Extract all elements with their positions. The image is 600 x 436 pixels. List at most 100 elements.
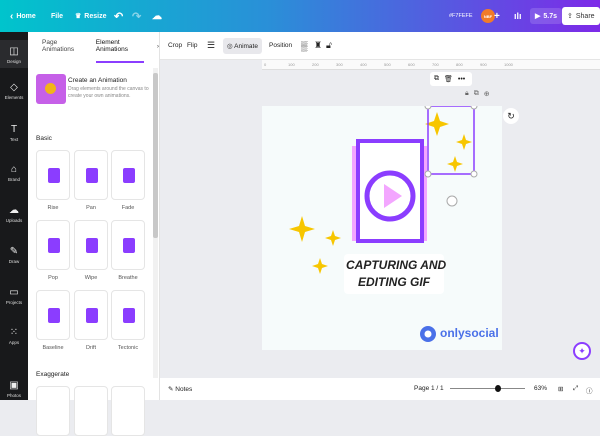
avatar[interactable]: NBF <box>481 9 495 23</box>
element-context-toolbar: ⧉ 🗑︎ ••• <box>430 72 472 86</box>
create-animation-title: Create an Animation <box>68 77 127 84</box>
exaggerate-heading: Exaggerate <box>36 371 70 378</box>
nav-projects[interactable]: ▭ Projects <box>0 287 28 305</box>
nav-brand[interactable]: ⌂ Brand <box>0 164 28 182</box>
panel-scrollbar[interactable] <box>153 68 158 378</box>
duration-label: 5.7s <box>543 12 558 20</box>
zoom-slider[interactable] <box>450 385 525 392</box>
nav-photos[interactable]: ▣ Photos <box>0 380 28 398</box>
undo-icon[interactable]: ↶ <box>114 10 123 23</box>
design-page[interactable]: CAPTURING AND EDITING GIF onlysocial <box>262 106 502 350</box>
animation-preview-icon <box>48 168 60 183</box>
animation-card-pop[interactable] <box>36 220 70 270</box>
file-menu[interactable]: File <box>51 13 63 20</box>
animation-preview-icon <box>86 238 98 253</box>
animation-card-baseline[interactable] <box>36 290 70 340</box>
nav-draw[interactable]: ✎ Draw <box>0 246 28 264</box>
create-animation-thumbnail[interactable] <box>36 74 66 104</box>
page-indicator[interactable]: Page 1 / 1 <box>414 385 444 392</box>
animation-label: Fade <box>121 205 135 211</box>
redo-icon[interactable]: ↷ <box>132 10 141 23</box>
animation-card-wipe[interactable] <box>74 220 108 270</box>
animation-preview-icon <box>123 168 135 183</box>
animation-label: Baseline <box>42 345 64 351</box>
bee-icon <box>45 83 56 94</box>
paint-roller-icon[interactable]: ♜ <box>314 40 322 51</box>
home-button[interactable]: ‹ Home <box>10 11 36 22</box>
rotate-handle <box>446 195 458 207</box>
lock-page-icon[interactable]: 🔒︎ <box>465 90 469 98</box>
animation-card[interactable] <box>36 386 70 436</box>
ruler-tick: 0 <box>264 62 267 67</box>
flip-button[interactable]: Flip <box>187 42 197 49</box>
nav-label: Brand <box>7 177 20 182</box>
duplicate-icon[interactable]: ⧉ <box>434 75 439 83</box>
animation-preview-icon <box>123 238 135 253</box>
duplicate-page-icon[interactable]: ⧉ <box>474 90 479 98</box>
ruler-tick: 1000 <box>504 62 513 67</box>
add-collaborator-icon[interactable]: + <box>494 11 500 22</box>
zoom-level[interactable]: 63% <box>534 385 547 392</box>
ruler: 0 100 200 300 400 500 600 700 800 900 1000 <box>262 60 600 70</box>
nav-label: Projects <box>5 300 23 305</box>
present-button[interactable]: ▶ 5.7s <box>530 8 563 24</box>
animation-card-tectonic[interactable] <box>111 290 145 340</box>
lock-icon[interactable]: 🔓︎ <box>326 40 332 51</box>
tab-element-animations[interactable]: Element Animations <box>95 30 144 63</box>
animate-label: Animate <box>234 42 258 50</box>
gif-artwork <box>289 106 478 342</box>
ruler-tick: 500 <box>384 62 391 67</box>
nav-label: Elements <box>4 95 24 100</box>
help-icon[interactable]: ⓘ <box>586 385 593 395</box>
cloud-save-icon[interactable]: ☁ <box>152 11 162 22</box>
layout-icon: ◫ <box>9 46 19 57</box>
align-icon[interactable]: ☰ <box>207 40 215 51</box>
animation-card-breathe[interactable] <box>111 220 145 270</box>
magic-assistant-icon[interactable]: ✦ <box>573 342 591 360</box>
crop-button[interactable]: Crop <box>168 42 182 49</box>
fullscreen-icon[interactable]: ⤢ <box>573 385 578 393</box>
transparency-icon[interactable]: ▒ <box>301 41 307 51</box>
chevron-left-icon: ‹ <box>10 10 14 22</box>
add-page-icon[interactable]: ⊕ <box>484 90 490 98</box>
nav-uploads[interactable]: ☁ Uploads <box>0 205 28 223</box>
animation-card-pan[interactable] <box>74 150 108 200</box>
delete-icon[interactable]: 🗑︎ <box>444 75 453 83</box>
nav-label: Text <box>9 137 19 142</box>
tab-page-animations[interactable]: Page Animations <box>42 39 83 53</box>
brand-name: onlysocial <box>440 326 499 340</box>
notes-label: Notes <box>175 386 193 393</box>
ruler-tick: 800 <box>456 62 463 67</box>
chevron-right-icon[interactable]: › <box>157 43 159 50</box>
animation-preview-icon <box>48 238 60 253</box>
animation-preview-icon <box>48 308 60 323</box>
animation-card[interactable] <box>111 386 145 436</box>
animation-label: Tectonic <box>117 345 139 351</box>
create-animation-desc: Drag elements around the canvas to creat… <box>68 86 149 99</box>
ruler-tick: 300 <box>336 62 343 67</box>
resize-label: Resize <box>84 12 107 20</box>
ruler-tick: 200 <box>312 62 319 67</box>
zoom-slider-handle[interactable] <box>495 385 501 392</box>
animation-card-drift[interactable] <box>74 290 108 340</box>
animation-card-rise[interactable] <box>36 150 70 200</box>
nav-elements[interactable]: ◇ Elements <box>0 82 28 100</box>
ruler-tick: 400 <box>360 62 367 67</box>
grid-view-icon[interactable]: ⊞ <box>558 385 563 393</box>
position-button[interactable]: Position <box>269 42 292 49</box>
refresh-icon[interactable]: ↻ <box>503 108 519 124</box>
animation-preview-icon <box>123 308 135 323</box>
nav-text[interactable]: T Text <box>0 124 28 142</box>
share-button[interactable]: ⇪ Share <box>562 7 600 25</box>
animation-card-fade[interactable] <box>111 150 145 200</box>
nav-design[interactable]: ◫ Design <box>0 40 28 68</box>
notes-button[interactable]: ✎ Notes <box>168 385 192 393</box>
animation-label: Wipe <box>84 275 98 281</box>
animate-button[interactable]: ◎ Animate <box>223 37 262 54</box>
insights-icon[interactable]: ılı <box>514 11 522 21</box>
animation-label: Breathe <box>118 275 138 281</box>
resize-button[interactable]: ♛ Resize <box>75 12 107 21</box>
animation-card[interactable] <box>74 386 108 436</box>
nav-apps[interactable]: ⁙ Apps <box>0 327 28 345</box>
more-icon[interactable]: ••• <box>458 76 465 83</box>
